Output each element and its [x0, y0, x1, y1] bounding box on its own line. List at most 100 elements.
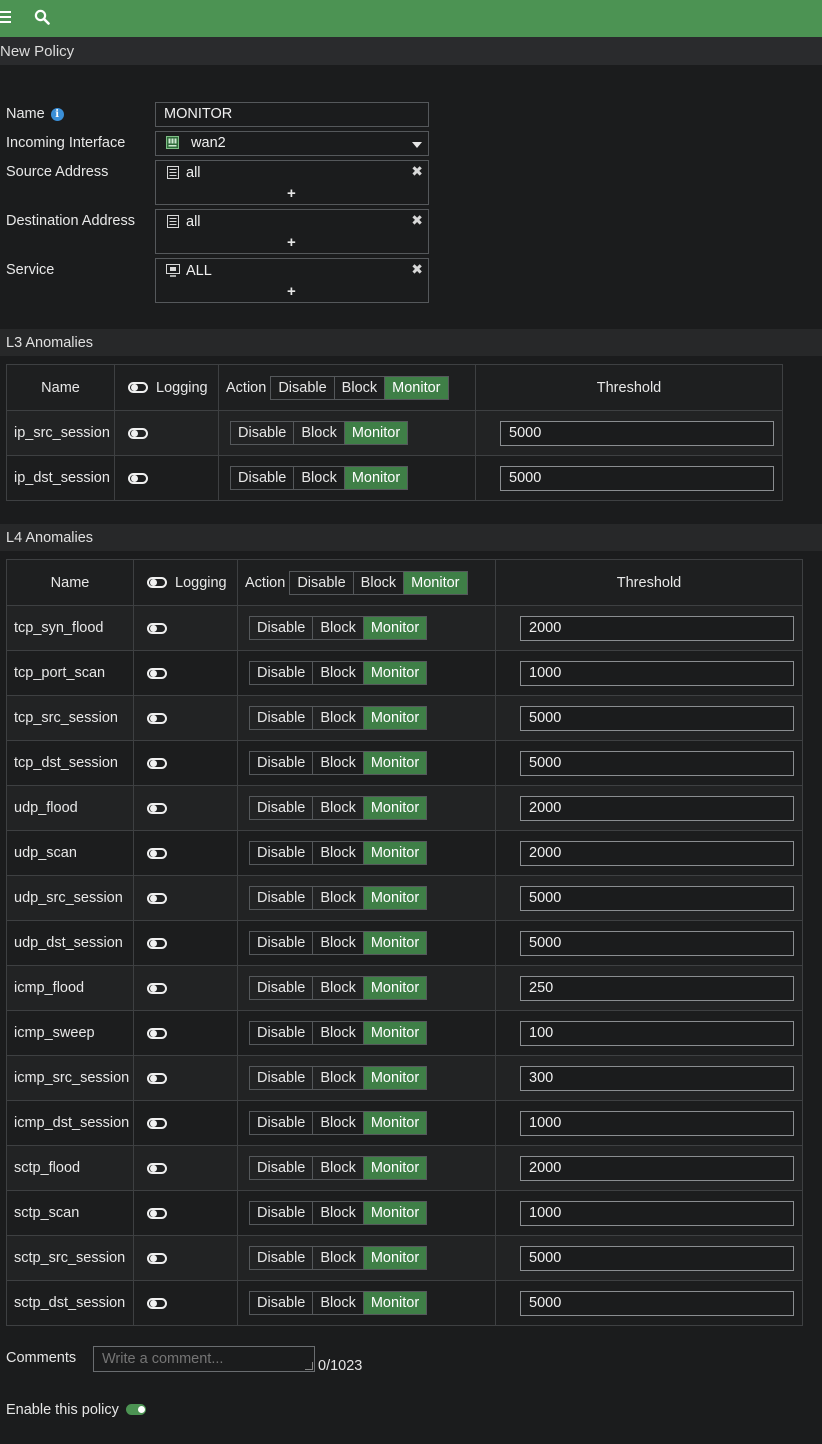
logging-toggle[interactable]: [147, 1252, 167, 1264]
resize-handle-icon[interactable]: [305, 1362, 313, 1370]
logging-toggle[interactable]: [147, 1072, 167, 1084]
threshold-input[interactable]: 5000: [520, 930, 794, 956]
monitor-option[interactable]: Monitor: [363, 1202, 427, 1224]
disable-all-option[interactable]: Disable: [290, 571, 354, 594]
disable-option[interactable]: Disable: [250, 842, 314, 864]
logging-all-toggle[interactable]: [128, 382, 148, 394]
threshold-input[interactable]: 2000: [520, 795, 794, 821]
logging-toggle[interactable]: [147, 1207, 167, 1219]
monitor-option[interactable]: Monitor: [363, 1247, 427, 1269]
logging-toggle[interactable]: [147, 712, 167, 724]
block-option[interactable]: Block: [313, 1157, 364, 1179]
logging-toggle[interactable]: [147, 757, 167, 769]
add-service-button[interactable]: +: [287, 283, 296, 300]
logging-toggle[interactable]: [128, 472, 148, 484]
threshold-input[interactable]: 1000: [520, 660, 794, 686]
add-source-button[interactable]: +: [287, 185, 296, 202]
monitor-option[interactable]: Monitor: [344, 467, 408, 489]
threshold-input[interactable]: 1000: [520, 1200, 794, 1226]
monitor-option[interactable]: Monitor: [363, 1157, 427, 1179]
disable-option[interactable]: Disable: [250, 977, 314, 999]
monitor-option[interactable]: Monitor: [363, 932, 427, 954]
disable-option[interactable]: Disable: [250, 752, 314, 774]
monitor-option[interactable]: Monitor: [363, 977, 427, 999]
block-option[interactable]: Block: [313, 662, 364, 684]
block-option[interactable]: Block: [313, 1022, 364, 1044]
disable-option[interactable]: Disable: [250, 662, 314, 684]
monitor-all-option[interactable]: Monitor: [404, 571, 467, 594]
disable-option[interactable]: Disable: [250, 797, 314, 819]
disable-option[interactable]: Disable: [250, 617, 314, 639]
block-option[interactable]: Block: [294, 422, 345, 444]
block-option[interactable]: Block: [313, 752, 364, 774]
threshold-input[interactable]: 300: [520, 1065, 794, 1091]
monitor-option[interactable]: Monitor: [363, 1067, 427, 1089]
close-icon[interactable]: ✖: [411, 212, 423, 229]
threshold-input[interactable]: 1000: [520, 1110, 794, 1136]
disable-all-option[interactable]: Disable: [271, 376, 335, 399]
close-icon[interactable]: ✖: [411, 261, 423, 278]
disable-option[interactable]: Disable: [250, 1247, 314, 1269]
block-option[interactable]: Block: [313, 977, 364, 999]
disable-option[interactable]: Disable: [250, 1022, 314, 1044]
disable-option[interactable]: Disable: [250, 932, 314, 954]
logging-toggle[interactable]: [147, 937, 167, 949]
block-option[interactable]: Block: [313, 1247, 364, 1269]
logging-toggle[interactable]: [147, 982, 167, 994]
search-icon[interactable]: [34, 9, 50, 25]
monitor-option[interactable]: Monitor: [363, 797, 427, 819]
threshold-input[interactable]: 250: [520, 975, 794, 1001]
threshold-input[interactable]: 100: [520, 1020, 794, 1046]
info-icon[interactable]: i: [50, 108, 64, 121]
monitor-option[interactable]: Monitor: [363, 1022, 427, 1044]
monitor-option[interactable]: Monitor: [344, 422, 408, 444]
logging-toggle[interactable]: [147, 1297, 167, 1309]
monitor-option[interactable]: Monitor: [363, 1112, 427, 1134]
threshold-input[interactable]: 2000: [520, 1155, 794, 1181]
monitor-option[interactable]: Monitor: [363, 842, 427, 864]
monitor-option[interactable]: Monitor: [363, 752, 427, 774]
monitor-option[interactable]: Monitor: [363, 662, 427, 684]
block-option[interactable]: Block: [313, 1292, 364, 1314]
threshold-input[interactable]: 5000: [520, 1290, 794, 1316]
disable-option[interactable]: Disable: [250, 1202, 314, 1224]
threshold-input[interactable]: 2000: [520, 840, 794, 866]
hamburger-icon[interactable]: [0, 11, 11, 23]
threshold-input[interactable]: 2000: [520, 615, 794, 641]
block-option[interactable]: Block: [313, 932, 364, 954]
name-input[interactable]: MONITOR: [155, 102, 429, 127]
block-option[interactable]: Block: [294, 467, 345, 489]
block-option[interactable]: Block: [313, 797, 364, 819]
monitor-all-option[interactable]: Monitor: [385, 376, 448, 399]
monitor-option[interactable]: Monitor: [363, 887, 427, 909]
block-option[interactable]: Block: [313, 1202, 364, 1224]
monitor-option[interactable]: Monitor: [363, 1292, 427, 1314]
block-option[interactable]: Block: [313, 842, 364, 864]
logging-toggle[interactable]: [147, 892, 167, 904]
incoming-interface-select[interactable]: wan2: [155, 131, 429, 156]
enable-policy-toggle[interactable]: [126, 1404, 146, 1415]
logging-toggle[interactable]: [147, 847, 167, 859]
source-address-field[interactable]: all ✖ +: [155, 160, 429, 205]
disable-option[interactable]: Disable: [231, 422, 295, 444]
disable-option[interactable]: Disable: [250, 1157, 314, 1179]
disable-option[interactable]: Disable: [231, 467, 295, 489]
monitor-option[interactable]: Monitor: [363, 617, 427, 639]
monitor-option[interactable]: Monitor: [363, 707, 427, 729]
block-option[interactable]: Block: [313, 887, 364, 909]
service-field[interactable]: ALL ✖ +: [155, 258, 429, 303]
destination-address-field[interactable]: all ✖ +: [155, 209, 429, 254]
comments-textarea[interactable]: [93, 1346, 315, 1372]
block-option[interactable]: Block: [313, 617, 364, 639]
disable-option[interactable]: Disable: [250, 887, 314, 909]
threshold-input[interactable]: 5000: [520, 1245, 794, 1271]
disable-option[interactable]: Disable: [250, 1292, 314, 1314]
logging-toggle[interactable]: [147, 1117, 167, 1129]
logging-toggle[interactable]: [128, 427, 148, 439]
threshold-input[interactable]: 5000: [500, 465, 774, 491]
logging-toggle[interactable]: [147, 1027, 167, 1039]
logging-toggle[interactable]: [147, 667, 167, 679]
logging-toggle[interactable]: [147, 1162, 167, 1174]
block-option[interactable]: Block: [313, 707, 364, 729]
chevron-down-icon[interactable]: [412, 142, 422, 148]
